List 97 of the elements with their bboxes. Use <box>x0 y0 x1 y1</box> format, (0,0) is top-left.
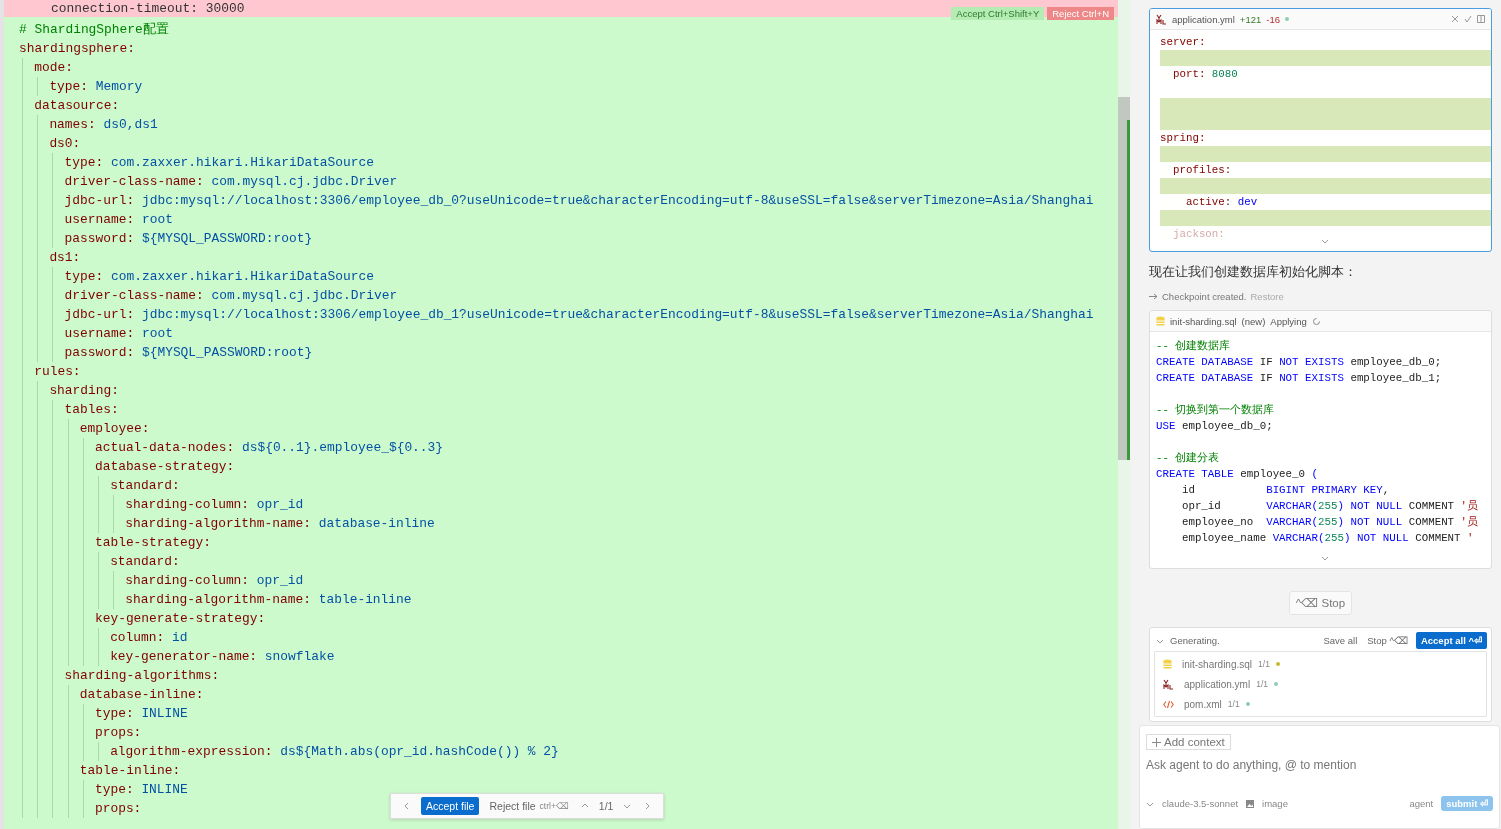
add-context-button[interactable]: Add context <box>1146 734 1231 750</box>
status-text: Applying <box>1270 315 1307 327</box>
code-line: sharding-algorithm-name: table-inline <box>125 591 412 609</box>
chevron-down-icon <box>1320 554 1329 562</box>
changed-file-item[interactable]: application.yml 1/1 <box>1155 674 1486 694</box>
code-line: USE employee_db_0; <box>1156 419 1273 434</box>
code-line: ds1: <box>49 249 81 267</box>
save-all-button[interactable]: Save all <box>1321 635 1360 646</box>
arrow-right-icon <box>1149 293 1158 300</box>
code-line: sharding: <box>49 382 119 400</box>
code-line: standard: <box>110 553 180 571</box>
code-line: type: com.zaxxer.hikari.HikariDataSource <box>64 154 374 172</box>
code-line: tables: <box>64 401 119 419</box>
image-icon <box>1246 799 1255 808</box>
code-line: rules: <box>34 363 81 381</box>
changed-file-item[interactable]: pom.xml 1/1 <box>1155 694 1486 714</box>
code-line: names: ds0,ds1 <box>49 116 158 134</box>
code-line: jdbc-url: jdbc:mysql://localhost:3306/employee_db_1?useUnicode=true&characterEncoding=utf-8&useSSL=false&serverTimezone=Asia/Shanghai <box>64 306 1094 324</box>
code-line: standard: <box>110 477 180 495</box>
code-line: key-generator-name: snowflake <box>110 648 335 666</box>
code-line: username: root <box>64 325 173 343</box>
code-line: datasource: <box>34 97 120 115</box>
accept-file-button[interactable]: Accept file <box>421 797 480 815</box>
code-line: employee_name VARCHAR(255) NOT NULL COMMENT ' <box>1180 531 1474 546</box>
code-line: column: id <box>110 629 188 647</box>
removed-count: -16 <box>1266 13 1280 25</box>
status-dot <box>1285 17 1289 21</box>
code-line: CREATE DATABASE IF NOT EXISTS employee_db_1; <box>1156 371 1442 386</box>
yaml-file-icon <box>1163 678 1174 690</box>
code-line: ds0: <box>49 135 81 153</box>
reject-file-button[interactable]: Reject file ctrl+⌫ <box>487 800 571 812</box>
code-line: id BIGINT PRIMARY KEY, <box>1180 483 1390 498</box>
status-text: Generating. <box>1170 635 1220 646</box>
code-line: driver-class-name: com.mysql.cj.jdbc.Driver <box>64 173 398 191</box>
code-line: database-inline: <box>79 686 204 704</box>
chevron-left-icon <box>403 802 411 810</box>
code-line: type: INLINE <box>94 781 188 799</box>
code-line: driver-class-name: com.mysql.cj.jdbc.Driver <box>64 287 398 305</box>
code-line: CREATE TABLE employee_0 ( <box>1156 467 1318 482</box>
chevron-right-icon <box>643 802 652 810</box>
code-line: password: ${MYSQL_PASSWORD:root} <box>64 230 313 248</box>
database-icon <box>1163 658 1172 670</box>
code-line: sharding-column: opr_id <box>125 496 304 514</box>
code-line: props: <box>94 724 142 742</box>
code-line: type: INLINE <box>94 705 188 723</box>
code-line: props: <box>94 800 142 818</box>
code-line: username: root <box>64 211 173 229</box>
code-line: sharding-column: opr_id <box>125 572 304 590</box>
reject-change-button[interactable]: Reject Ctrl+N <box>1047 7 1114 20</box>
added-count: +121 <box>1239 13 1262 25</box>
yaml-file-icon <box>1156 13 1167 25</box>
code-line: opr_id VARCHAR(255) NOT NULL COMMENT '员 <box>1180 499 1479 514</box>
file-name: application.yml <box>1172 13 1235 25</box>
chat-message: 现在让我们创建数据库初始化脚本： <box>1149 264 1358 281</box>
accept-all-button[interactable]: Accept all ^⏎ <box>1415 632 1487 649</box>
chevron-down-icon <box>1320 237 1329 245</box>
code-line: shardingsphere: <box>19 40 136 58</box>
code-line: type: Memory <box>49 78 143 96</box>
plus-icon <box>1152 737 1161 747</box>
code-line: actual-data-nodes: ds${0..1}.employee_${0..3} <box>94 439 444 457</box>
stop-button[interactable]: Stop ^⌫ <box>1365 635 1410 646</box>
chevron-up-icon <box>580 802 589 810</box>
image-button[interactable]: image <box>1262 798 1288 809</box>
code-line: password: ${MYSQL_PASSWORD:root} <box>64 344 313 362</box>
changed-file-item[interactable]: init-sharding.sql 1/1 <box>1155 654 1486 674</box>
code-line: database-strategy: <box>94 458 235 476</box>
code-line: CREATE DATABASE IF NOT EXISTS employee_db_0; <box>1156 355 1442 370</box>
panel-icon <box>1477 15 1485 23</box>
change-counter: 1/1 <box>598 800 614 812</box>
stop-button[interactable]: ^⌫ Stop <box>1288 591 1353 615</box>
code-line: algorithm-expression: ds${Math.abs(opr_id.hashCode()) % 2} <box>110 743 559 761</box>
code-line: employee_no VARCHAR(255) NOT NULL COMMENT '员 <box>1180 515 1479 530</box>
file-name: init-sharding.sql <box>1170 315 1237 327</box>
model-selector[interactable]: claude-3.5-sonnet <box>1162 798 1239 809</box>
database-icon <box>1156 315 1165 327</box>
code-line: table-strategy: <box>94 534 211 552</box>
accept-change-button[interactable]: Accept Ctrl+Shift+Y <box>951 7 1045 20</box>
code-line: employee: <box>79 420 150 438</box>
code-line: -- 创建数据库 <box>1156 339 1231 354</box>
code-line: sharding-algorithms: <box>64 667 220 685</box>
close-icon <box>1451 15 1459 23</box>
mode-selector[interactable]: agent <box>1409 798 1434 809</box>
code-line: sharding-algorithm-name: database-inline <box>125 515 435 533</box>
code-line: type: com.zaxxer.hikari.HikariDataSource <box>64 268 374 286</box>
code-icon <box>1163 699 1174 709</box>
spinner-icon <box>1311 316 1321 326</box>
code-line: key-generate-strategy: <box>94 610 266 628</box>
code-line: table-inline: <box>79 762 181 780</box>
code-line: -- 创建分表 <box>1156 451 1220 466</box>
code-comment: # ShardingSphere配置 <box>19 21 169 39</box>
check-icon <box>1464 15 1472 23</box>
code-line: jdbc-url: jdbc:mysql://localhost:3306/employee_db_0?useUnicode=true&characterEncoding=utf-8&useSSL=false&serverTimezone=Asia/Shanghai <box>64 192 1094 210</box>
new-file-tag: (new) <box>1241 315 1266 327</box>
code-line: mode: <box>34 59 73 77</box>
chevron-down-icon <box>623 802 632 810</box>
code-line: -- 切换到第一个数据库 <box>1156 403 1275 418</box>
checkpoint-text: Checkpoint created. <box>1162 291 1247 302</box>
